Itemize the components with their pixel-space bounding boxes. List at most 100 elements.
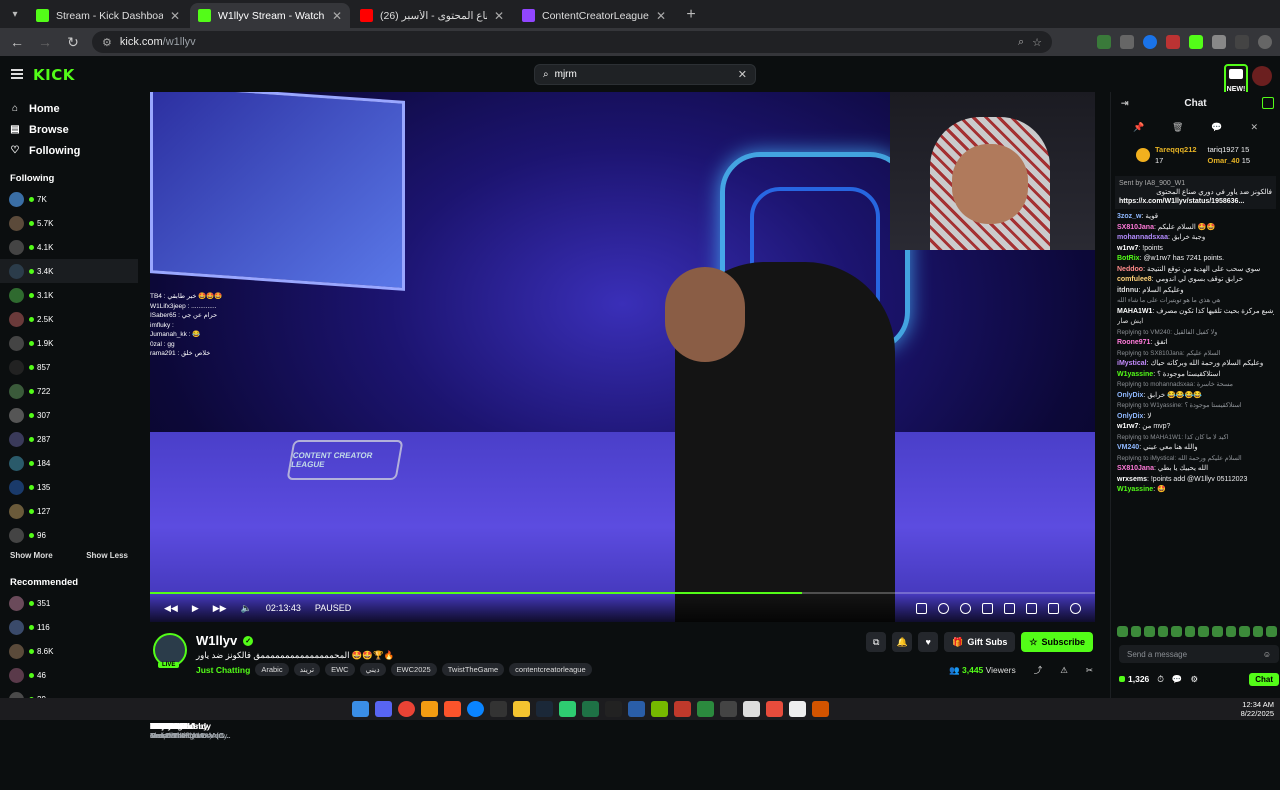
channel-item[interactable]: YZNSA Marvel Rivals 7K bbox=[0, 187, 195, 740]
extension-icon[interactable] bbox=[1097, 35, 1111, 49]
channel-item[interactable]: OceanrGatsby Just Chatting 116 bbox=[0, 615, 208, 740]
stream-tag[interactable]: TwistTheGame bbox=[441, 663, 505, 676]
emote-icon[interactable] bbox=[1117, 626, 1128, 637]
profile-avatar[interactable] bbox=[1235, 35, 1249, 49]
chat-username[interactable]: itdnnu bbox=[1117, 287, 1138, 294]
emote-icon[interactable] bbox=[1225, 626, 1237, 637]
more-icon[interactable]: ✂ bbox=[1086, 665, 1093, 676]
windows-start-icon[interactable] bbox=[352, 701, 369, 717]
channel-item[interactable]: YSMO Mafia: The Old Country 96 bbox=[0, 523, 227, 740]
app-icon[interactable] bbox=[743, 701, 760, 717]
chat-username[interactable]: comfulee8 bbox=[1117, 276, 1152, 283]
chat-username[interactable]: Roone971 bbox=[1117, 339, 1150, 346]
pinned-message[interactable]: Sent by IA8_900_W1 فالكونز ضد ياور في دو… bbox=[1115, 176, 1276, 209]
user-avatar[interactable] bbox=[1252, 66, 1272, 86]
gift-subs-button[interactable]: 🎁 Gift Subs bbox=[944, 632, 1016, 652]
url-input[interactable]: ⚙ kick.com/w1llyv ⌕ ☆ bbox=[92, 31, 1052, 53]
app-icon[interactable] bbox=[766, 701, 783, 717]
epic-games-icon[interactable] bbox=[605, 701, 622, 717]
nav-home[interactable]: ⌂ Home bbox=[0, 98, 138, 119]
new-tab-button[interactable]: + bbox=[680, 4, 702, 26]
show-less-button[interactable]: Show Less bbox=[86, 551, 128, 565]
app-icon[interactable] bbox=[812, 701, 829, 717]
timer-icon[interactable]: ⏱ bbox=[1157, 674, 1164, 685]
obs-icon[interactable] bbox=[789, 701, 806, 717]
back-icon[interactable]: ← bbox=[8, 34, 26, 50]
tab-close-icon[interactable]: ✕ bbox=[656, 9, 666, 23]
channel-item[interactable]: OSAMAH The Dark Pictures Ant... 4.1K bbox=[0, 235, 229, 740]
channel-item[interactable]: asmongold Just Chatting 8.6K bbox=[0, 639, 195, 740]
folder-icon[interactable] bbox=[513, 701, 530, 717]
share-icon[interactable]: ⤴ bbox=[1034, 664, 1043, 676]
stream-tag[interactable]: contentcreatorleague bbox=[509, 663, 592, 676]
emote-icon[interactable] bbox=[1130, 626, 1142, 637]
chat-username[interactable]: Neddoo bbox=[1117, 266, 1143, 273]
channel-item[interactable]: Saad Grand Theft Auto V (G... 307 bbox=[0, 403, 231, 740]
emote-icon[interactable] bbox=[1184, 626, 1196, 637]
show-more-button[interactable]: Show More bbox=[10, 551, 53, 565]
menu-icon[interactable] bbox=[11, 69, 23, 79]
chat-username[interactable]: W1yassine bbox=[1117, 486, 1153, 493]
shield-extension-icon[interactable] bbox=[1120, 35, 1134, 49]
chat-username[interactable]: SX810Jana bbox=[1117, 465, 1154, 472]
extension-icon[interactable] bbox=[1143, 35, 1157, 49]
trash-icon[interactable]: 🗑 bbox=[1172, 122, 1183, 133]
forward-icon[interactable]: → bbox=[36, 34, 54, 50]
chat-username[interactable]: BotRix bbox=[1117, 255, 1140, 262]
app-icon[interactable] bbox=[674, 701, 691, 717]
emoji-icon[interactable]: ☺ bbox=[1263, 650, 1271, 659]
bubble-icon[interactable]: 💬 bbox=[1211, 122, 1222, 133]
browser-tab[interactable]: Stream - Kick Dashboard ✕ bbox=[28, 3, 188, 28]
stream-tag[interactable]: ديني bbox=[359, 663, 386, 676]
stream-category[interactable]: Just Chatting bbox=[196, 665, 250, 675]
channel-item[interactable]: Ysad Grand Theft Auto V (G... 287 bbox=[0, 427, 231, 740]
gifter-name[interactable]: Omar_40 bbox=[1208, 156, 1240, 165]
settings-icon[interactable] bbox=[960, 602, 971, 614]
extension-icon[interactable] bbox=[1166, 35, 1180, 49]
chat-username[interactable]: OnlyDix bbox=[1117, 392, 1143, 399]
clear-search-icon[interactable]: ✕ bbox=[738, 68, 747, 81]
chrome-icon[interactable] bbox=[398, 701, 415, 717]
chat-username[interactable]: W1yassine bbox=[1117, 371, 1153, 378]
pinned-link[interactable]: https://x.com/W1llyv/status/1958636... bbox=[1119, 197, 1272, 206]
browser-tab[interactable]: W1llyv Stream - Watch Live on ✕ bbox=[190, 3, 350, 28]
stream-tag[interactable]: Arabic bbox=[255, 663, 289, 676]
chat-username[interactable]: 3zoz_w bbox=[1117, 213, 1142, 220]
discord-icon[interactable] bbox=[375, 701, 392, 717]
channel-item[interactable]: Firas Grand Theft Auto V (... 1.9K bbox=[0, 331, 225, 740]
zoom-icon[interactable]: ⌕ bbox=[1018, 36, 1024, 49]
chat-username[interactable]: w1rw7 bbox=[1117, 245, 1138, 252]
tab-close-icon[interactable]: ✕ bbox=[332, 9, 342, 23]
system-clock[interactable]: 12:34 AM 8/22/2025 bbox=[1241, 700, 1274, 718]
excel-icon[interactable] bbox=[582, 701, 599, 717]
browser-tab[interactable]: (26) دوري صناع المحتوى - الأسبر ✕ bbox=[352, 3, 512, 28]
emote-icon[interactable] bbox=[1157, 626, 1169, 637]
chat-send-button[interactable]: Chat bbox=[1249, 672, 1279, 686]
channel-item[interactable]: oKhaLeDx Grand Theft Auto V (... 857 bbox=[0, 355, 225, 740]
channel-item[interactable]: owBrain Just Chatting 5.7K bbox=[0, 211, 194, 740]
gear-icon[interactable] bbox=[1070, 602, 1081, 614]
menu-icon[interactable] bbox=[1258, 35, 1272, 49]
report-icon[interactable]: ⚠ bbox=[1060, 665, 1068, 676]
chat-username[interactable]: w1rw7 bbox=[1117, 423, 1138, 430]
browser-tab[interactable]: ContentCreatorLeague - Twitch ✕ bbox=[514, 3, 674, 28]
app-icon[interactable] bbox=[559, 701, 576, 717]
search-input[interactable]: ⌕ mjrm ✕ bbox=[534, 64, 756, 85]
bookmark-star-icon[interactable]: ☆ bbox=[1032, 36, 1042, 49]
notification-bell-icon[interactable]: 🔔 bbox=[892, 632, 913, 652]
clip-button[interactable]: ⧉ bbox=[866, 632, 887, 652]
close-icon[interactable]: ✕ bbox=[1250, 122, 1258, 133]
pip-icon[interactable] bbox=[1004, 602, 1015, 614]
clip-icon[interactable] bbox=[916, 602, 927, 614]
chat-menu-icon[interactable] bbox=[1262, 97, 1274, 109]
emote-icon[interactable] bbox=[1212, 626, 1223, 637]
channel-item[interactable]: BRG2022 Grand Theft Auto V (G... 3.1K bbox=[0, 283, 231, 740]
chat-username[interactable]: OnlyDix bbox=[1117, 413, 1143, 420]
gifter-name[interactable]: Tareqqq212 bbox=[1155, 145, 1197, 154]
nav-following[interactable]: ♡ Following bbox=[0, 140, 138, 161]
chat-input[interactable]: Send a message ☺ bbox=[1119, 645, 1279, 663]
app-icon[interactable] bbox=[628, 701, 645, 717]
theatre-icon[interactable] bbox=[1026, 602, 1037, 614]
subscribe-button[interactable]: ☆ Subscribe bbox=[1021, 632, 1093, 652]
gifter-name[interactable]: tariq1927 bbox=[1208, 145, 1239, 154]
